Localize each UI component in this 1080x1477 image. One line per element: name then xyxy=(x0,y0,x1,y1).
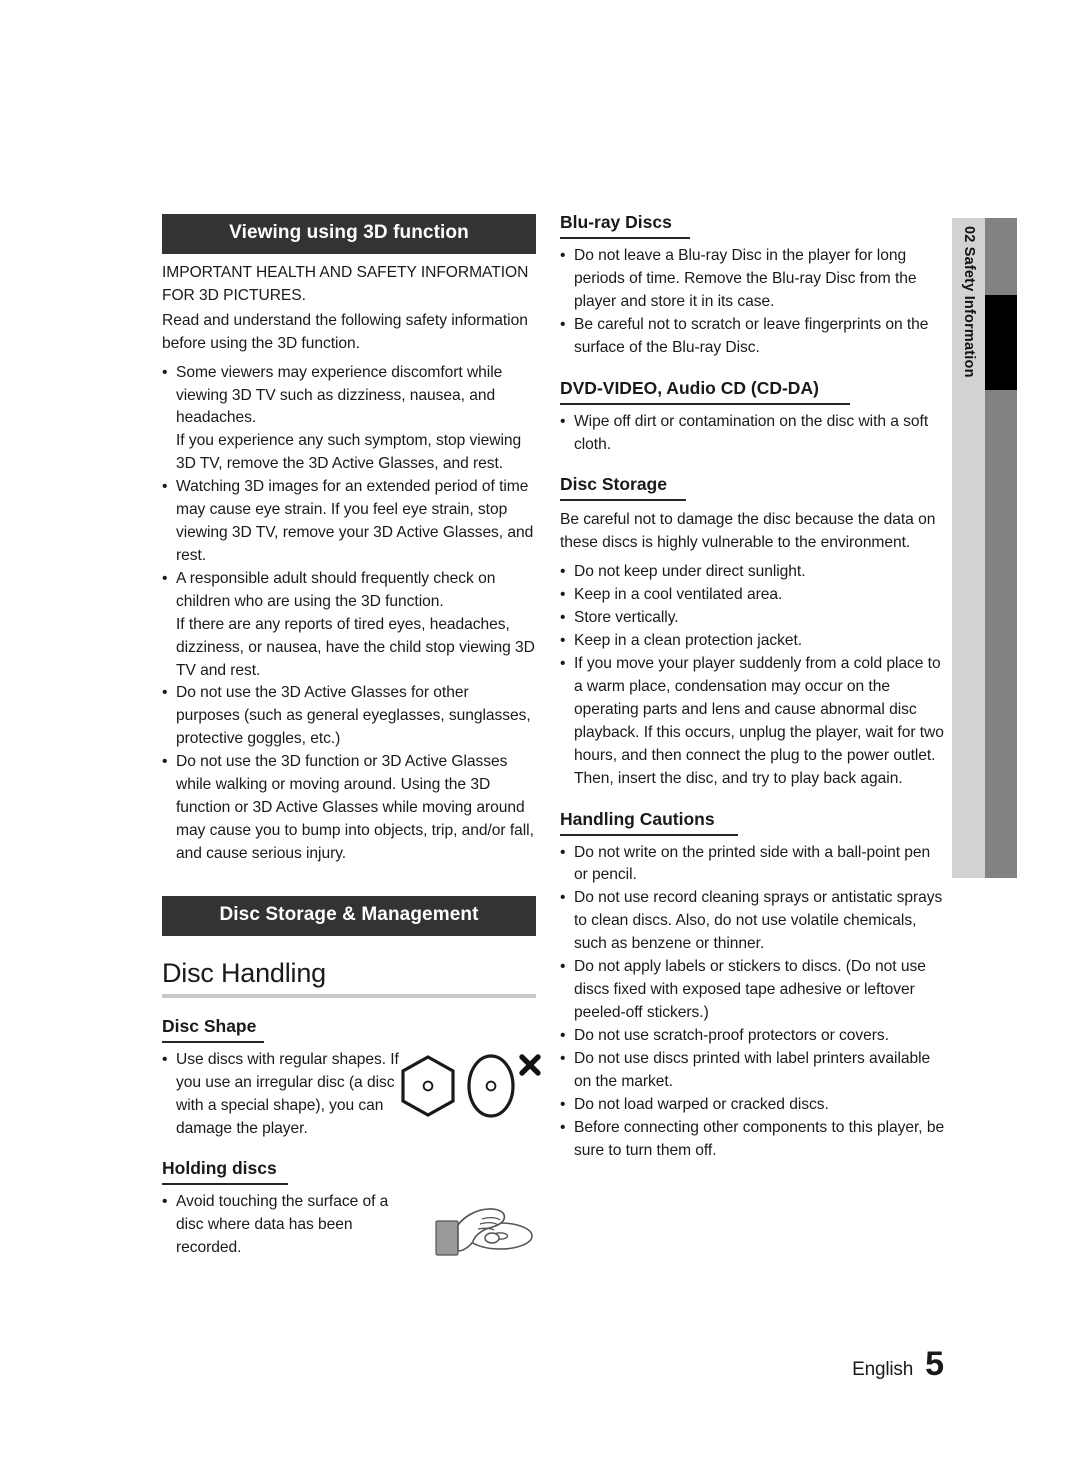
footer-page-number: 5 xyxy=(925,1345,944,1383)
handling-cautions-bullet-list: Do not write on the printed side with a … xyxy=(560,842,946,1163)
bullet-text: Use discs with regular shapes. If you us… xyxy=(176,1050,399,1137)
subheading-rule xyxy=(560,402,850,405)
list-item: A responsible adult should frequently ch… xyxy=(162,568,536,614)
bullet-continuation: If there are any reports of tired eyes, … xyxy=(176,615,535,679)
subheading-holding-discs: Holding discs xyxy=(162,1158,277,1179)
holding-discs-illustration-row: Avoid touching the surface of a disc whe… xyxy=(162,1191,536,1260)
list-item: Do not leave a Blu-ray Disc in the playe… xyxy=(560,245,946,314)
subheading-dvd-video: DVD-VIDEO, Audio CD (CD-DA) xyxy=(560,377,819,398)
subsection-holding-discs: Holding discs xyxy=(162,1140,536,1186)
subheading-disc-storage: Disc Storage xyxy=(560,474,667,495)
list-item: Do not use scratch-proof protectors or c… xyxy=(560,1025,946,1048)
subheading-bluray-discs: Blu-ray Discs xyxy=(560,212,672,232)
left-column: Viewing using 3D function IMPORTANT HEAL… xyxy=(162,214,541,1260)
list-item: Do not load warped or cracked discs. xyxy=(560,1094,946,1117)
section-header-disc-storage-management: Disc Storage & Management xyxy=(162,895,536,936)
subheading-rule xyxy=(560,237,690,239)
bullet-text: Store vertically. xyxy=(574,609,679,627)
list-item: Watching 3D images for an extended perio… xyxy=(162,476,536,568)
subsection-handling-cautions: Handling Cautions xyxy=(560,791,946,836)
list-item-continuation: If there are any reports of tired eyes, … xyxy=(162,614,536,683)
chapter-side-tab: 02 Safety Information xyxy=(952,218,1017,878)
bullet-text: Do not use scratch-proof protectors or c… xyxy=(574,1026,889,1044)
list-item: Do not write on the printed side with a … xyxy=(560,842,946,888)
bullet-text: Some viewers may experience discomfort w… xyxy=(176,363,503,427)
chapter-tab-current-marker xyxy=(985,295,1017,390)
disc-storage-bullet-list: Do not keep under direct sunlight. Keep … xyxy=(560,561,946,790)
list-item: Do not use the 3D Active Glasses for oth… xyxy=(162,682,536,751)
right-column: Blu-ray Discs Do not leave a Blu-ray Dis… xyxy=(560,212,946,1163)
list-item: Be careful not to scratch or leave finge… xyxy=(560,314,946,360)
bullet-text: Be careful not to scratch or leave finge… xyxy=(574,315,929,356)
bullet-text: Before connecting other components to th… xyxy=(574,1118,945,1159)
disc-storage-intro: Be careful not to damage the disc becaus… xyxy=(560,511,936,552)
disc-shape-illustration-row: Use discs with regular shapes. If you us… xyxy=(162,1049,541,1141)
footer-language: English xyxy=(852,1359,914,1380)
list-item: Do not apply labels or stickers to discs… xyxy=(560,956,946,1025)
subsection-bluray-discs: Blu-ray Discs xyxy=(560,212,946,239)
bullet-text: Do not use record cleaning sprays or ant… xyxy=(574,889,943,953)
chapter-tab-label-strip: 02 Safety Information xyxy=(952,218,985,878)
bullet-text: Do not keep under direct sunlight. xyxy=(574,563,806,581)
irregular-disc-shapes-illustration xyxy=(396,1051,542,1128)
bullet-text: Watching 3D images for an extended perio… xyxy=(176,478,534,564)
list-item: Keep in a cool ventilated area. xyxy=(560,584,946,607)
section-header-viewing-3d: Viewing using 3D function xyxy=(162,214,536,254)
list-item: Some viewers may experience discomfort w… xyxy=(162,362,536,431)
bullet-text: If you move your player suddenly from a … xyxy=(574,654,944,787)
disc-shape-bullet-list: Use discs with regular shapes. If you us… xyxy=(162,1049,412,1141)
list-item: Avoid touching the surface of a disc whe… xyxy=(162,1191,412,1260)
list-item: Before connecting other components to th… xyxy=(560,1117,946,1163)
heading-disc-handling: Disc Handling xyxy=(162,957,326,988)
bullet-text: Do not leave a Blu-ray Disc in the playe… xyxy=(574,247,917,310)
list-item: Wipe off dirt or contamination on the di… xyxy=(560,411,946,457)
bullet-text: Do not apply labels or stickers to discs… xyxy=(574,958,926,1021)
bullet-text: Wipe off dirt or contamination on the di… xyxy=(574,412,929,453)
bluray-bullet-list: Do not leave a Blu-ray Disc in the playe… xyxy=(560,245,946,360)
bullet-text: Do not write on the printed side with a … xyxy=(574,843,931,884)
bullet-text: Do not use discs printed with label prin… xyxy=(574,1049,931,1090)
list-item: Do not use record cleaning sprays or ant… xyxy=(560,887,946,956)
subheading-rule xyxy=(560,499,686,502)
bullet-text: A responsible adult should frequently ch… xyxy=(176,569,496,610)
subheading-disc-shape: Disc Shape xyxy=(162,1015,257,1036)
holding-discs-bullet-list: Avoid touching the surface of a disc whe… xyxy=(162,1191,412,1260)
bullet-text: Do not load warped or cracked discs. xyxy=(574,1095,829,1113)
subheading-rule xyxy=(560,833,738,836)
list-item: Do not use discs printed with label prin… xyxy=(560,1048,946,1094)
list-item: Do not use the 3D function or 3D Active … xyxy=(162,751,536,866)
list-item: Use discs with regular shapes. If you us… xyxy=(162,1049,412,1141)
list-item: If you move your player suddenly from a … xyxy=(560,653,946,791)
hand-holding-disc-illustration xyxy=(434,1201,540,1268)
subsection-disc-storage: Disc Storage xyxy=(560,456,946,502)
list-item: Do not keep under direct sunlight. xyxy=(560,561,946,584)
list-item-continuation: If you experience any such symptom, stop… xyxy=(162,430,536,476)
bullet-text: Do not use the 3D function or 3D Active … xyxy=(176,753,534,862)
subsection-dvd-video: DVD-VIDEO, Audio CD (CD-DA) xyxy=(560,360,946,405)
manual-page: 02 Safety Information Viewing using 3D f… xyxy=(0,0,1080,1477)
bullet-text: Avoid touching the surface of a disc whe… xyxy=(176,1193,389,1257)
chapter-tab-text: 02 Safety Information xyxy=(961,226,977,378)
page-footer: English 5 xyxy=(852,1345,944,1383)
bullet-text: Keep in a cool ventilated area. xyxy=(574,586,783,604)
hand-holding-disc-icon xyxy=(435,1208,533,1257)
subheading-handling-cautions: Handling Cautions xyxy=(560,808,715,829)
subheading-rule xyxy=(162,1040,264,1043)
subsection-disc-shape: Disc Shape xyxy=(162,998,536,1043)
intro-paragraph-1: IMPORTANT HEALTH AND SAFETY INFORMATION … xyxy=(162,263,529,304)
subheading-rule xyxy=(162,1183,288,1186)
bullet-text: Keep in a clean protection jacket. xyxy=(574,632,803,650)
3d-safety-bullet-list: Some viewers may experience discomfort w… xyxy=(162,362,536,866)
irregular-disc-icon xyxy=(401,1054,541,1118)
list-item: Keep in a clean protection jacket. xyxy=(560,630,946,653)
intro-paragraph-2: Read and understand the following safety… xyxy=(162,311,528,352)
bullet-continuation: If you experience any such symptom, stop… xyxy=(176,432,522,473)
dvd-bullet-list: Wipe off dirt or contamination on the di… xyxy=(560,411,946,457)
bullet-text: Do not use the 3D Active Glasses for oth… xyxy=(176,684,531,748)
list-item: Store vertically. xyxy=(560,607,946,630)
chapter-tab-index-bar xyxy=(985,218,1017,878)
